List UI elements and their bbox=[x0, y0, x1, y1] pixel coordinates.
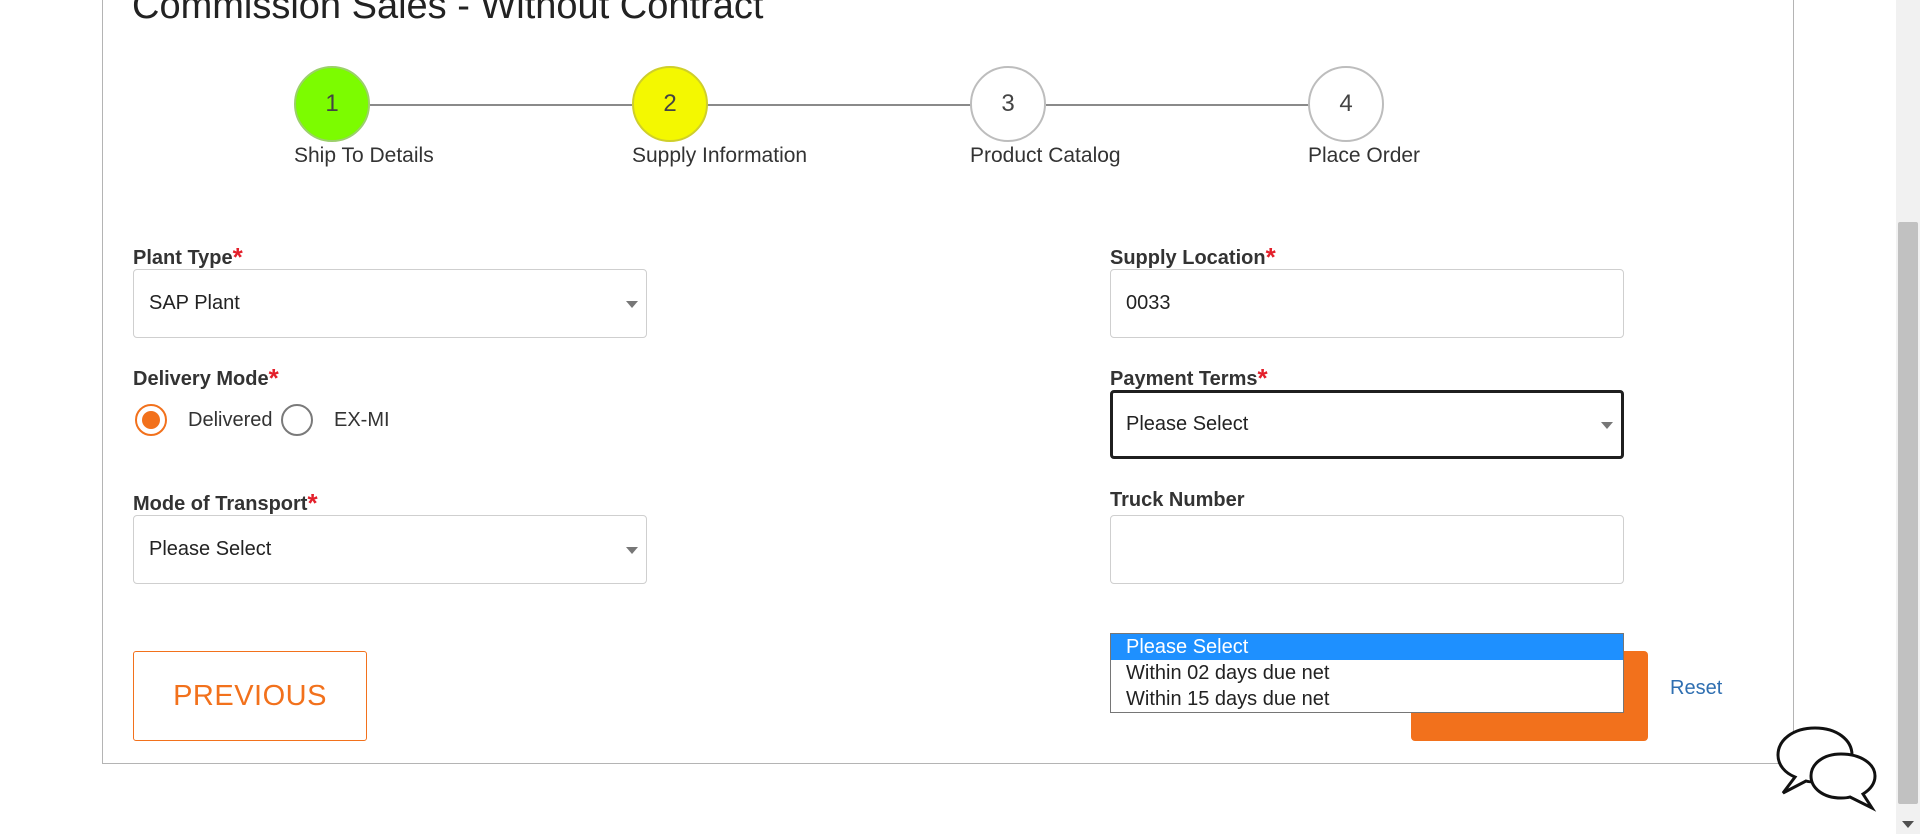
chevron-down-icon bbox=[626, 546, 638, 554]
payment-terms-value: Please Select bbox=[1126, 413, 1249, 435]
supply-location-label: Supply Location* bbox=[1110, 242, 1276, 272]
mode-of-transport-value: Please Select bbox=[149, 538, 272, 560]
supply-location-field[interactable]: 0033 bbox=[1110, 269, 1624, 338]
truck-number-label: Truck Number bbox=[1110, 489, 1245, 511]
ex-mi-radio-label[interactable]: EX-MI bbox=[334, 409, 390, 432]
step-1-circle[interactable]: 1 bbox=[294, 66, 370, 142]
chevron-down-icon bbox=[1601, 421, 1613, 429]
step-2-circle[interactable]: 2 bbox=[632, 66, 708, 142]
mode-of-transport-label: Mode of Transport* bbox=[133, 488, 318, 518]
ex-mi-radio[interactable] bbox=[281, 404, 313, 436]
plant-type-select[interactable]: SAP Plant bbox=[133, 269, 647, 338]
delivered-radio[interactable] bbox=[135, 404, 167, 436]
payment-terms-label: Payment Terms* bbox=[1110, 363, 1268, 393]
mode-of-transport-select[interactable]: Please Select bbox=[133, 515, 647, 584]
page-scrollbar[interactable] bbox=[1896, 0, 1920, 834]
dropdown-option[interactable]: Please Select bbox=[1111, 634, 1623, 660]
previous-button[interactable]: PREVIOUS bbox=[133, 651, 367, 741]
required-marker: * bbox=[1265, 242, 1276, 272]
step-3-circle[interactable]: 3 bbox=[970, 66, 1046, 142]
chat-bubbles-icon[interactable] bbox=[1775, 724, 1879, 812]
stepper-connector bbox=[370, 104, 632, 106]
step-2-number: 2 bbox=[663, 90, 677, 117]
page-title: Commission Sales - Without Contract bbox=[132, 0, 764, 27]
reset-link[interactable]: Reset bbox=[1670, 677, 1722, 700]
dropdown-option[interactable]: Within 02 days due net bbox=[1111, 660, 1623, 686]
stepper-connector bbox=[707, 104, 971, 106]
payment-terms-select[interactable]: Please Select bbox=[1110, 390, 1624, 459]
chevron-down-icon bbox=[626, 300, 638, 308]
step-1-label: Ship To Details bbox=[294, 144, 434, 167]
step-4-circle[interactable]: 4 bbox=[1308, 66, 1384, 142]
step-3-number: 3 bbox=[1001, 90, 1015, 117]
scrollbar-thumb[interactable] bbox=[1898, 222, 1918, 804]
step-4-number: 4 bbox=[1339, 90, 1353, 117]
stepper-connector bbox=[1046, 104, 1310, 106]
scroll-down-arrow-icon[interactable] bbox=[1902, 821, 1914, 828]
step-1-number: 1 bbox=[325, 90, 339, 117]
delivery-mode-label: Delivery Mode* bbox=[133, 363, 279, 393]
payment-terms-dropdown-list[interactable]: Please Select Within 02 days due net Wit… bbox=[1110, 633, 1624, 713]
step-2-label: Supply Information bbox=[632, 144, 808, 167]
delivered-radio-label[interactable]: Delivered bbox=[188, 409, 272, 432]
dropdown-option[interactable]: Within 15 days due net bbox=[1111, 686, 1623, 712]
required-marker: * bbox=[232, 242, 243, 272]
required-marker: * bbox=[268, 363, 279, 393]
supply-location-value: 0033 bbox=[1126, 292, 1171, 314]
step-4-label: Place Order bbox=[1308, 144, 1421, 167]
required-marker: * bbox=[1257, 363, 1268, 393]
truck-number-field[interactable] bbox=[1110, 515, 1624, 584]
plant-type-label: Plant Type* bbox=[133, 242, 243, 272]
step-3-label: Product Catalog bbox=[970, 144, 1121, 167]
required-marker: * bbox=[307, 488, 318, 518]
plant-type-value: SAP Plant bbox=[149, 292, 240, 314]
